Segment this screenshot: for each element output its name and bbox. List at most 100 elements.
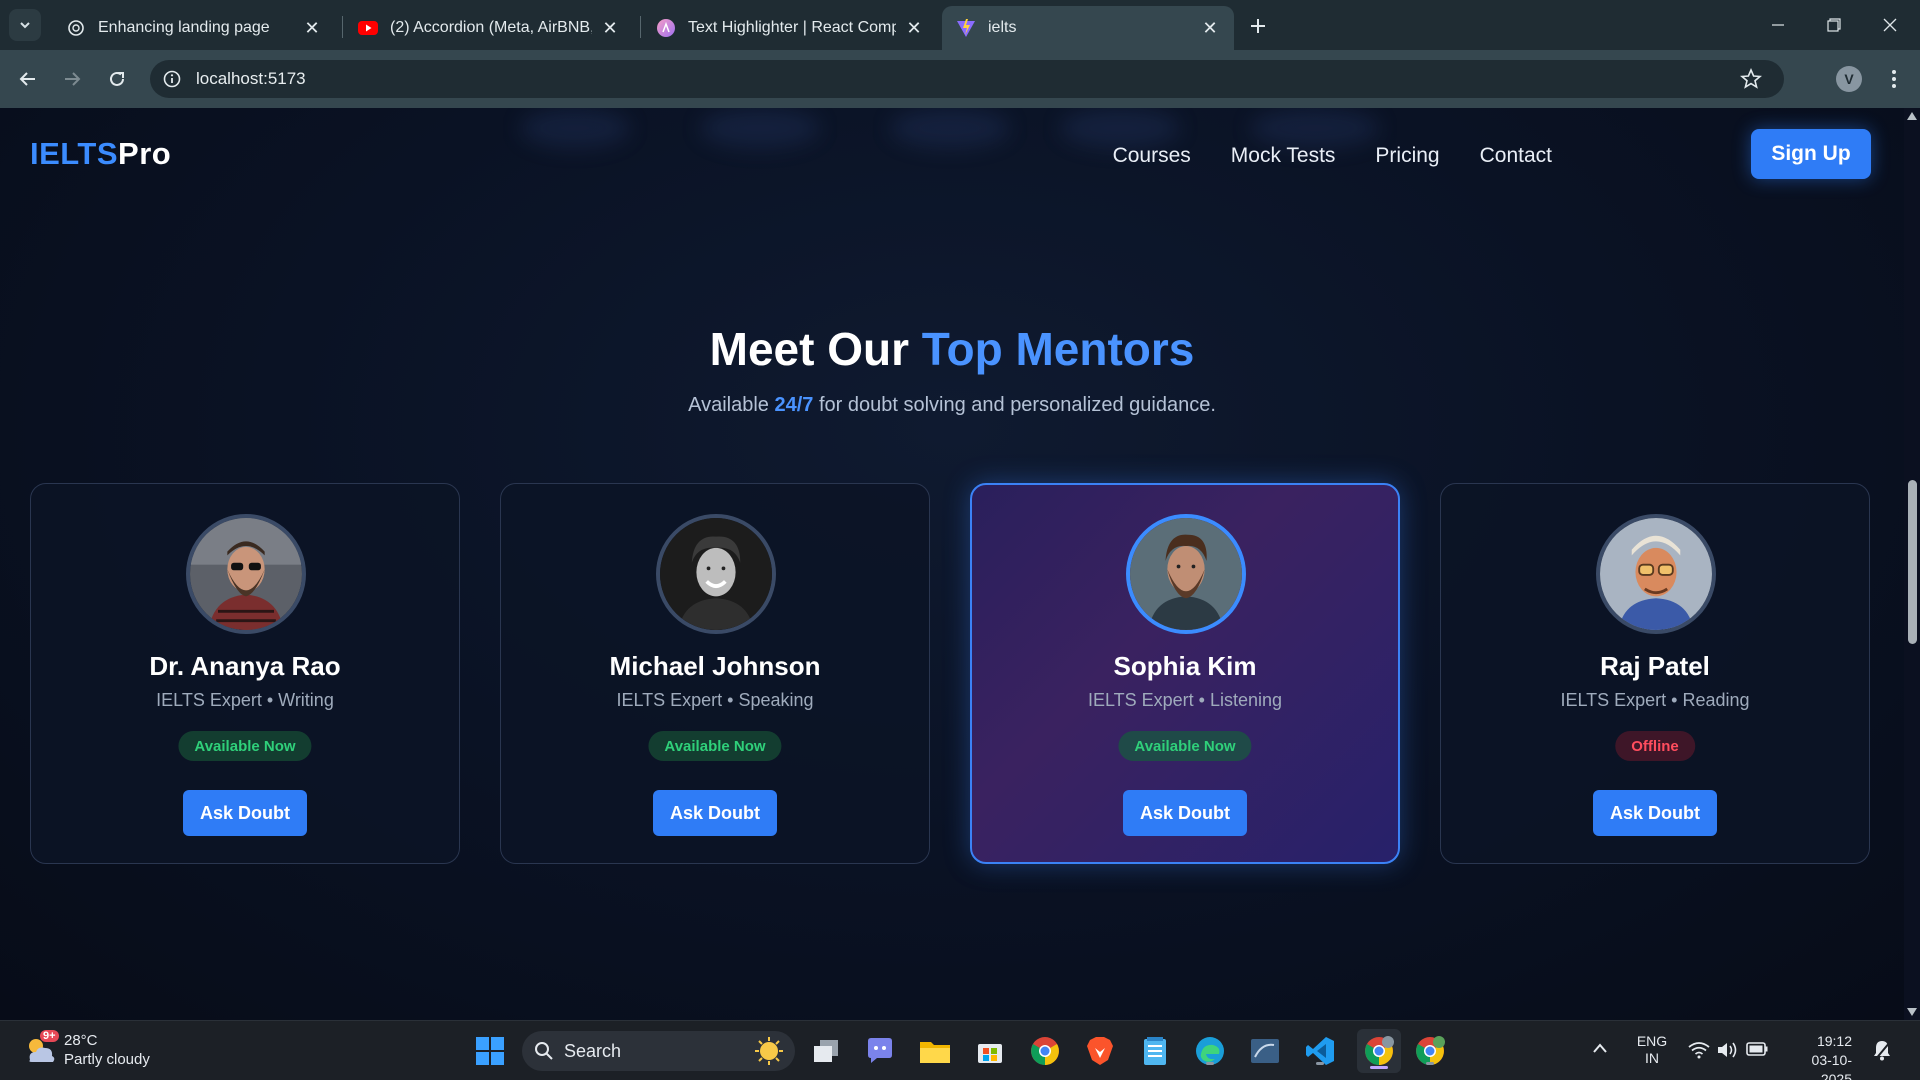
sql-server-icon[interactable] xyxy=(1247,1033,1283,1069)
restore-button[interactable] xyxy=(1806,0,1862,50)
scrollbar-thumb[interactable] xyxy=(1908,480,1917,644)
scroll-down-icon[interactable] xyxy=(1907,1008,1917,1016)
new-tab-button[interactable] xyxy=(1244,12,1272,40)
nav-links: Courses Mock Tests Pricing Contact xyxy=(1113,144,1552,168)
windows-logo-icon xyxy=(476,1037,504,1065)
vscode-icon[interactable] xyxy=(1302,1033,1338,1069)
battery-icon[interactable] xyxy=(1746,1042,1768,1059)
mentor-name: Dr. Ananya Rao xyxy=(149,651,341,681)
ask-doubt-button[interactable]: Ask Doubt xyxy=(653,790,777,836)
brave-browser-icon[interactable] xyxy=(1082,1033,1118,1069)
browser-tab-3[interactable]: Text Highlighter | React Compon ✕ xyxy=(642,6,938,50)
mentor-card: Michael Johnson IELTS Expert • Speaking … xyxy=(500,483,930,864)
status-badge: Available Now xyxy=(648,731,782,761)
mentor-role: IELTS Expert • Writing xyxy=(156,690,334,710)
browser-menu-icon[interactable] xyxy=(1884,64,1904,94)
start-button[interactable] xyxy=(472,1033,508,1069)
mentor-card: Dr. Ananya Rao IELTS Expert • Writing Av… xyxy=(30,483,460,864)
tab-title: Enhancing landing page xyxy=(98,19,270,36)
address-bar[interactable]: localhost:5173 xyxy=(150,60,1784,98)
search-icon xyxy=(535,1042,553,1060)
microsoft-store-icon[interactable] xyxy=(972,1033,1008,1069)
tab-divider xyxy=(640,16,641,38)
close-icon[interactable]: ✕ xyxy=(1200,18,1220,38)
sun-decoration-icon xyxy=(755,1037,783,1065)
file-explorer-icon[interactable] xyxy=(917,1033,953,1069)
mentor-card-featured: Sophia Kim IELTS Expert • Listening Avai… xyxy=(970,483,1400,864)
chrome-icon[interactable] xyxy=(1027,1033,1063,1069)
clock-time: 19:12 xyxy=(1816,1033,1852,1049)
teams-chat-icon[interactable] xyxy=(862,1033,898,1069)
mentor-avatar xyxy=(656,514,776,634)
language-indicator[interactable]: ENG IN xyxy=(1636,1033,1668,1067)
site-info-icon[interactable] xyxy=(162,69,182,89)
status-badge: Offline xyxy=(1615,731,1695,761)
subheading-highlight: 24/7 xyxy=(774,394,814,416)
close-icon[interactable]: ✕ xyxy=(904,18,924,38)
mentor-role: IELTS Expert • Speaking xyxy=(616,690,814,710)
notification-bell-icon[interactable] xyxy=(1872,1039,1892,1064)
subheading-prefix: Available xyxy=(688,394,775,416)
weather-widget[interactable]: 9+ 28°C Partly cloudy xyxy=(22,1030,150,1069)
weather-temperature: 28°C xyxy=(64,1032,98,1049)
bookmark-star-icon[interactable] xyxy=(1740,68,1762,90)
weather-description: Partly cloudy xyxy=(64,1051,150,1068)
tab-title: ielts xyxy=(988,19,1017,36)
notepad-icon[interactable] xyxy=(1137,1033,1173,1069)
mentor-card: Raj Patel IELTS Expert • Reading Offline… xyxy=(1440,483,1870,864)
minimize-button[interactable] xyxy=(1750,0,1806,50)
forward-button[interactable] xyxy=(56,63,88,95)
taskbar-search[interactable]: Search xyxy=(522,1031,795,1071)
search-label: Search xyxy=(564,1040,622,1061)
show-hidden-icons[interactable] xyxy=(1592,1041,1608,1057)
ask-doubt-button[interactable]: Ask Doubt xyxy=(183,790,307,836)
plus-icon xyxy=(1251,19,1265,33)
chrome-profile-icon[interactable] xyxy=(1412,1033,1448,1069)
ask-doubt-button[interactable]: Ask Doubt xyxy=(1593,790,1717,836)
youtube-icon xyxy=(358,18,378,38)
browser-tab-1[interactable]: Enhancing landing page ✕ xyxy=(52,6,336,50)
close-icon[interactable]: ✕ xyxy=(600,18,620,38)
mentor-avatar xyxy=(1126,514,1246,634)
page-viewport: IELTSPro Courses Mock Tests Pricing Cont… xyxy=(0,108,1904,1020)
scroll-up-icon[interactable] xyxy=(1907,112,1917,120)
heading-highlight: Top Mentors xyxy=(921,323,1195,375)
arrow-left-icon xyxy=(19,72,35,86)
mentor-role: IELTS Expert • Listening xyxy=(1087,690,1283,710)
tab-divider xyxy=(342,16,343,38)
wifi-icon[interactable] xyxy=(1688,1041,1710,1062)
browser-tab-4[interactable]: ielts ✕ xyxy=(942,6,1234,50)
nav-link-contact[interactable]: Contact xyxy=(1480,144,1552,168)
mentor-name: Sophia Kim xyxy=(1113,651,1257,681)
task-view-icon[interactable] xyxy=(808,1033,844,1069)
page-scrollbar[interactable] xyxy=(1904,108,1920,1020)
chrome-profile-v-icon[interactable] xyxy=(1357,1029,1401,1073)
edge-icon[interactable] xyxy=(1192,1033,1228,1069)
reload-icon xyxy=(110,71,124,86)
close-window-button[interactable] xyxy=(1862,0,1918,50)
mentor-name: Michael Johnson xyxy=(609,651,821,681)
signup-button[interactable]: Sign Up xyxy=(1751,129,1871,179)
profile-avatar[interactable]: V xyxy=(1836,66,1862,92)
logo-part-pro: Pro xyxy=(118,136,172,171)
section-heading: Meet Our Top Mentors xyxy=(0,322,1904,376)
back-button[interactable] xyxy=(12,63,44,95)
volume-icon[interactable] xyxy=(1716,1040,1738,1063)
browser-tab-2[interactable]: (2) Accordion (Meta, AirBNB, Zo ✕ xyxy=(344,6,634,50)
url-text[interactable]: localhost:5173 xyxy=(196,69,306,89)
mentor-avatar xyxy=(186,514,306,634)
active-indicator xyxy=(1370,1066,1388,1069)
reload-button[interactable] xyxy=(101,63,133,95)
partly-cloudy-icon: 9+ xyxy=(22,1030,59,1068)
nav-link-pricing[interactable]: Pricing xyxy=(1375,144,1439,168)
subheading-suffix: for doubt solving and personalized guida… xyxy=(813,394,1216,416)
site-logo[interactable]: IELTSPro xyxy=(30,136,171,172)
openai-icon xyxy=(66,18,86,38)
tab-search-button[interactable] xyxy=(9,9,41,41)
close-icon[interactable]: ✕ xyxy=(302,18,322,38)
clock[interactable]: 19:12 03-10-2025 xyxy=(1786,1032,1852,1080)
nav-link-mock-tests[interactable]: Mock Tests xyxy=(1231,144,1336,168)
heading-prefix: Meet Our xyxy=(709,323,922,375)
nav-link-courses[interactable]: Courses xyxy=(1113,144,1191,168)
ask-doubt-button[interactable]: Ask Doubt xyxy=(1123,790,1247,836)
